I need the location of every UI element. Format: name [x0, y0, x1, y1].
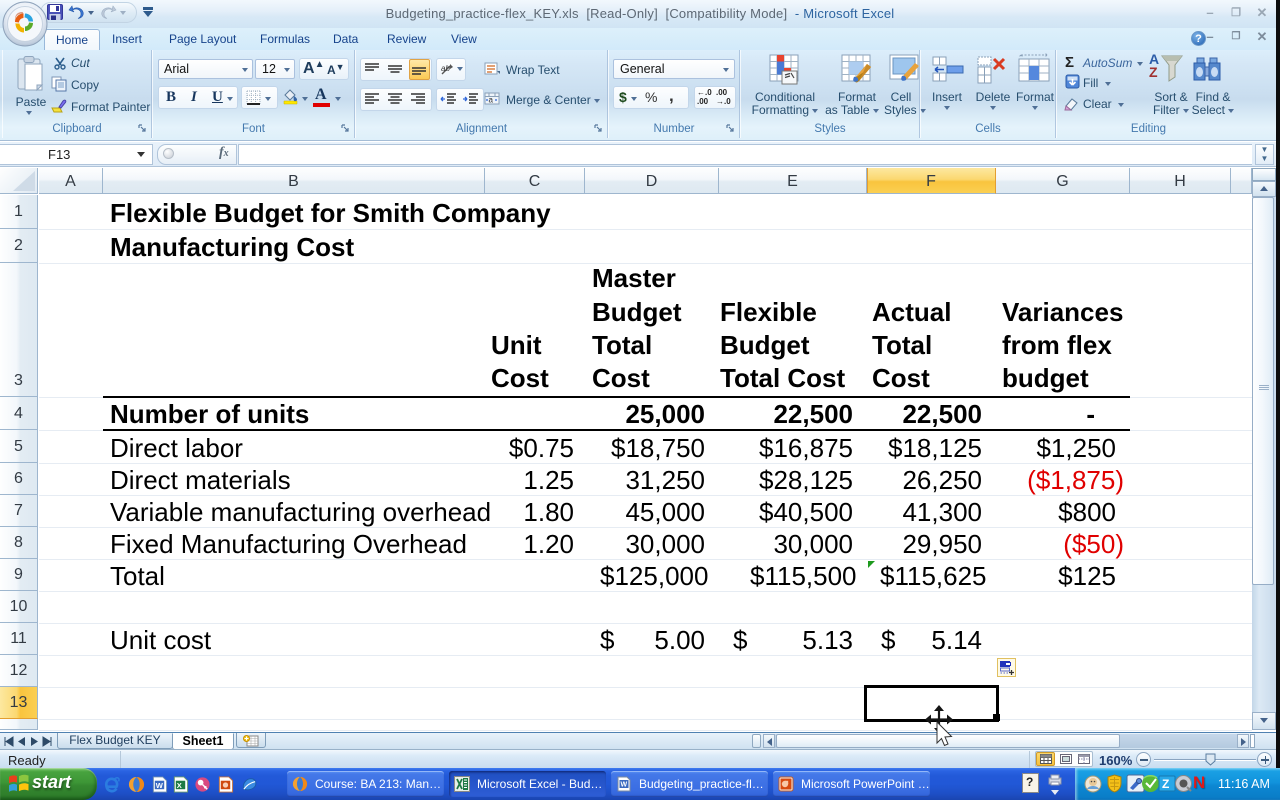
svg-text:a: a: [489, 96, 494, 105]
svg-text:W: W: [156, 781, 164, 790]
svg-text:Z: Z: [1162, 777, 1169, 791]
svg-text:X: X: [177, 781, 182, 790]
svg-text:ab: ab: [441, 64, 450, 73]
svg-text:W: W: [621, 782, 628, 789]
